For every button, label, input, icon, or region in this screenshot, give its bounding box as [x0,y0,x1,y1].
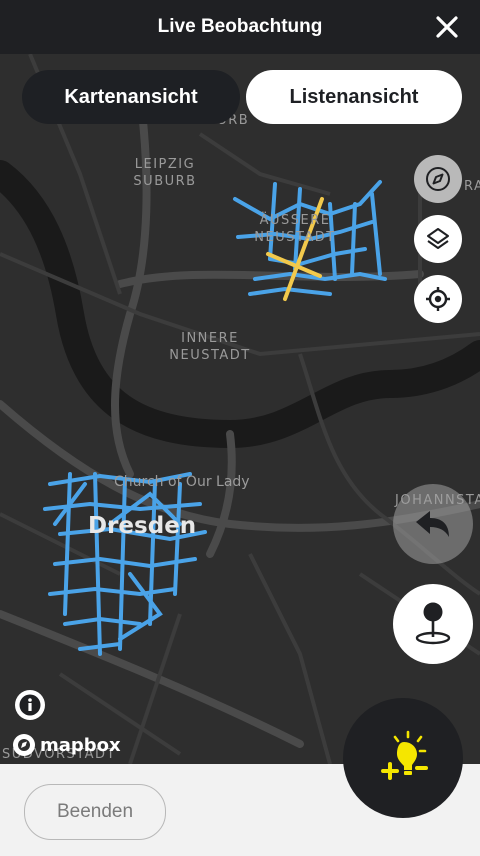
compass-icon [426,167,450,191]
locate-button[interactable] [414,275,462,323]
map-view[interactable]: SUBURB LEIPZIG SUBURB ÄUSSERE NEUSTADT I… [0,54,480,764]
page-title: Live Beobachtung [157,16,323,37]
layers-icon [427,228,449,249]
header-bar: Live Beobachtung [0,0,480,54]
close-button[interactable] [430,10,464,44]
add-observation-button[interactable] [343,698,463,818]
info-button[interactable] [15,690,45,720]
end-button[interactable]: Beenden [24,784,166,840]
map-label: ÄUSSERE NEUSTADT [254,213,336,245]
undo-arrow-icon [416,511,449,537]
crosshair-icon [426,287,450,311]
info-icon [19,694,41,716]
map-pin-icon [415,602,451,645]
map-label-city: Dresden [88,513,197,539]
map-label: RA [464,179,480,194]
mapbox-logo: mapbox [12,733,121,757]
compass-button[interactable] [414,155,462,203]
close-icon [436,16,458,38]
tab-map-view[interactable]: Kartenansicht [22,70,240,124]
place-pin-button[interactable] [393,584,473,664]
mapbox-logo-icon [13,734,35,756]
map-label: LEIPZIG SUBURB [133,157,197,189]
map-label-church: Church of Our Lady [114,474,250,490]
mapbox-wordmark: mapbox [40,734,121,756]
map-label: INNERE NEUSTADT [169,331,251,363]
idea-bulb-plus-icon [381,730,428,780]
undo-button[interactable] [393,484,473,564]
map-canvas [0,54,480,764]
tab-list-view[interactable]: Listenansicht [246,70,462,124]
layers-button[interactable] [414,215,462,263]
